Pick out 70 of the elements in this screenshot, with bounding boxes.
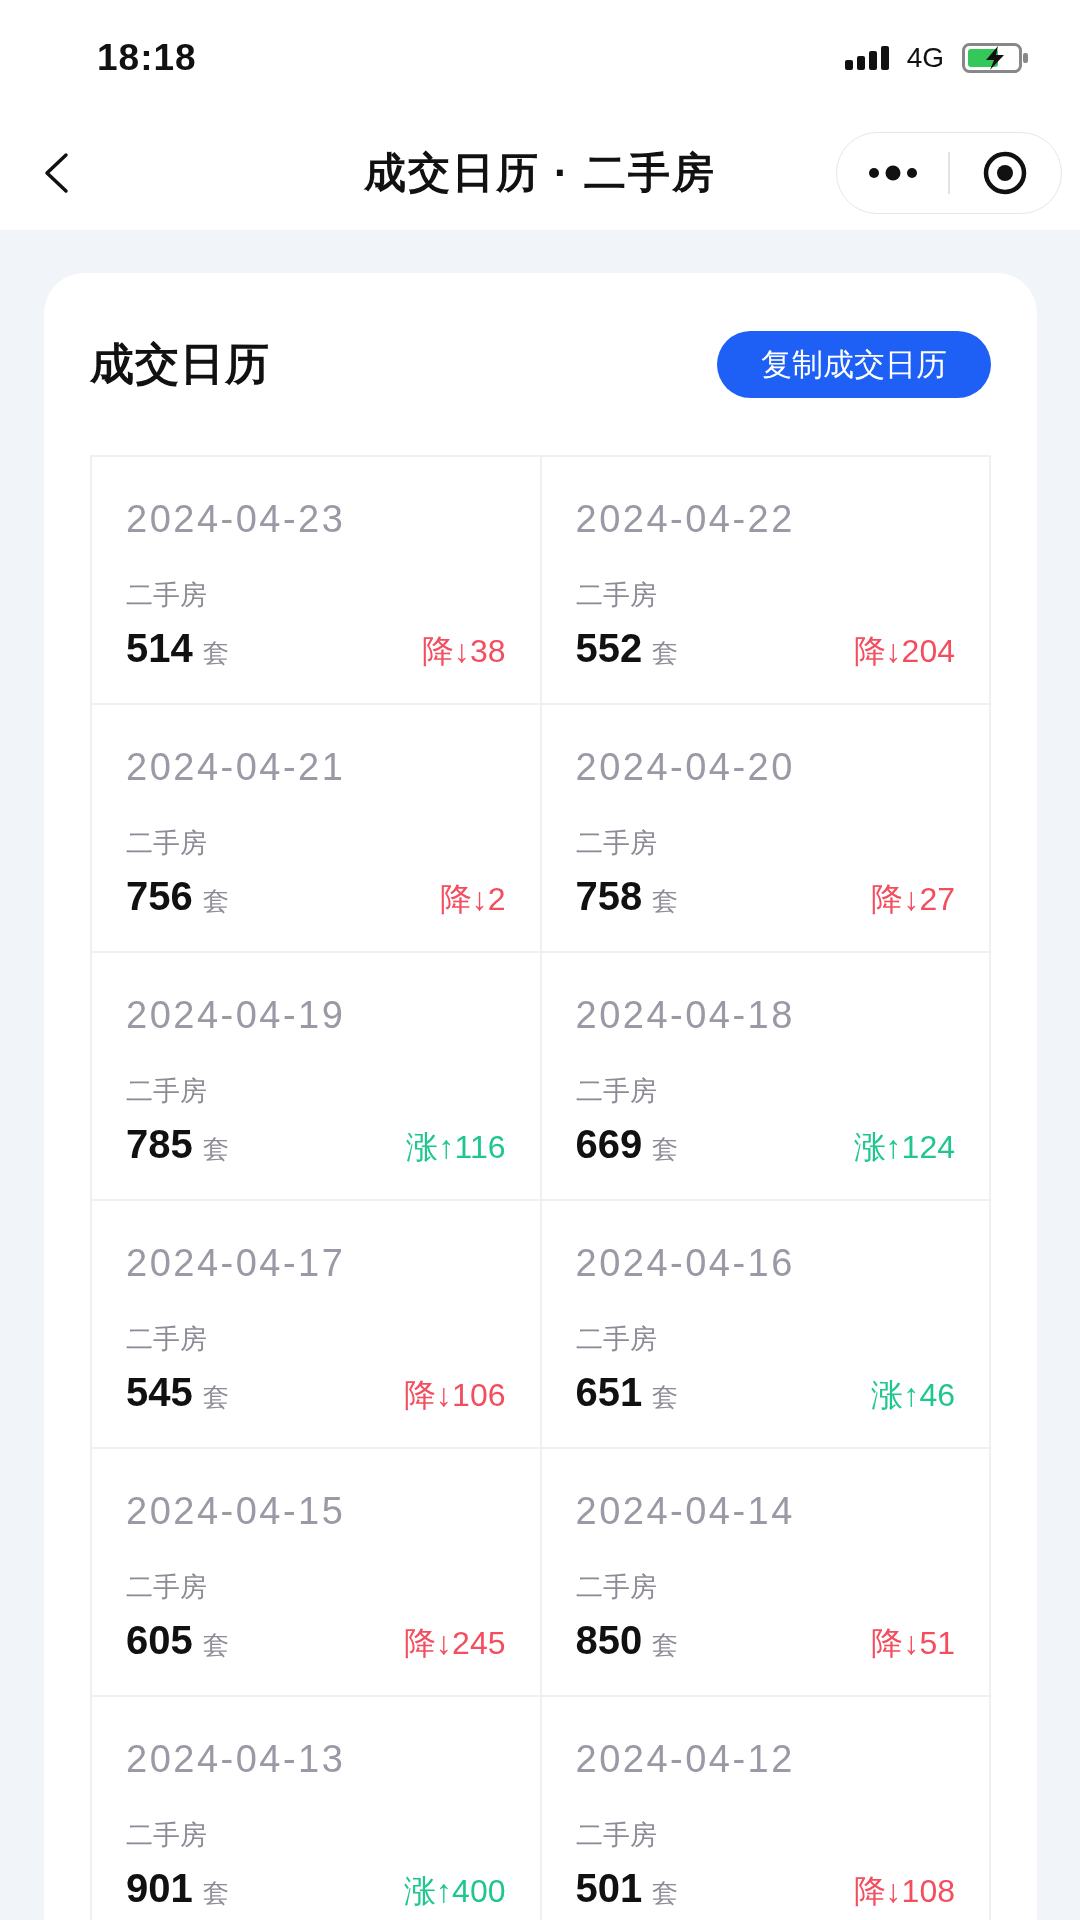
date-label: 2024-04-14 [575, 1489, 795, 1533]
change-value: 降↓38 [421, 632, 506, 671]
date-label: 2024-04-16 [575, 1241, 795, 1285]
change-value: 降↓51 [871, 1624, 955, 1663]
status-time: 18:18 [97, 37, 197, 79]
unit-label: 套 [202, 1381, 229, 1414]
page-title: 成交日历 · 二手房 [364, 148, 716, 198]
unit-label: 套 [652, 637, 679, 670]
unit-label: 套 [202, 1133, 229, 1166]
category-label: 二手房 [126, 1571, 207, 1604]
deal-count: 552 [575, 625, 643, 672]
change-value: 涨↑116 [406, 1128, 506, 1167]
change-value: 涨↑46 [871, 1376, 955, 1415]
category-label: 二手房 [575, 579, 657, 612]
target-icon [983, 151, 1028, 195]
deal-count: 605 [126, 1617, 193, 1664]
copy-calendar-button[interactable]: 复制成交日历 [717, 331, 991, 398]
deal-count: 669 [575, 1121, 643, 1168]
category-label: 二手房 [126, 827, 207, 860]
category-label: 二手房 [575, 1571, 657, 1604]
battery-charging-icon [962, 43, 1028, 73]
change-value: 降↓106 [404, 1376, 506, 1415]
category-label: 二手房 [575, 1819, 657, 1852]
change-value: 涨↑124 [853, 1128, 955, 1167]
unit-label: 套 [202, 637, 229, 670]
signal-icon [844, 46, 889, 70]
date-label: 2024-04-22 [575, 497, 795, 541]
change-value: 降↓204 [853, 632, 955, 671]
deal-count: 901 [126, 1865, 193, 1912]
deal-count: 545 [126, 1369, 193, 1416]
category-label: 二手房 [575, 827, 657, 860]
date-label: 2024-04-15 [126, 1489, 346, 1533]
deal-count: 514 [126, 625, 193, 672]
more-icon [867, 165, 918, 181]
deal-count: 758 [575, 873, 643, 920]
unit-label: 套 [652, 1381, 679, 1414]
category-label: 二手房 [126, 579, 207, 612]
date-label: 2024-04-17 [126, 1241, 346, 1285]
unit-label: 套 [652, 1877, 679, 1910]
deal-count: 850 [575, 1617, 643, 1664]
change-value: 降↓2 [439, 880, 506, 919]
category-label: 二手房 [126, 1075, 207, 1108]
deal-count: 756 [126, 873, 193, 920]
deal-count: 651 [575, 1369, 643, 1416]
change-value: 降↓27 [871, 880, 955, 919]
unit-label: 套 [202, 885, 229, 918]
chevron-left-icon [42, 152, 70, 194]
date-label: 2024-04-13 [126, 1737, 346, 1781]
unit-label: 套 [652, 1629, 679, 1662]
card-title: 成交日历 [90, 338, 270, 390]
date-label: 2024-04-12 [575, 1737, 795, 1781]
unit-label: 套 [652, 885, 679, 918]
date-label: 2024-04-23 [126, 497, 346, 541]
category-label: 二手房 [126, 1323, 207, 1356]
change-value: 降↓108 [853, 1872, 955, 1911]
category-label: 二手房 [575, 1075, 657, 1108]
category-label: 二手房 [126, 1819, 207, 1852]
deal-count: 785 [126, 1121, 193, 1168]
change-value: 涨↑400 [404, 1872, 506, 1911]
date-label: 2024-04-19 [126, 993, 346, 1037]
category-label: 二手房 [575, 1323, 657, 1356]
date-label: 2024-04-21 [126, 745, 346, 789]
unit-label: 套 [202, 1877, 229, 1910]
deal-count: 501 [575, 1865, 643, 1912]
date-label: 2024-04-20 [575, 745, 795, 789]
network-label: 4G [906, 42, 944, 74]
unit-label: 套 [202, 1629, 229, 1662]
date-label: 2024-04-18 [575, 993, 795, 1037]
unit-label: 套 [652, 1133, 679, 1166]
change-value: 降↓245 [404, 1624, 506, 1663]
